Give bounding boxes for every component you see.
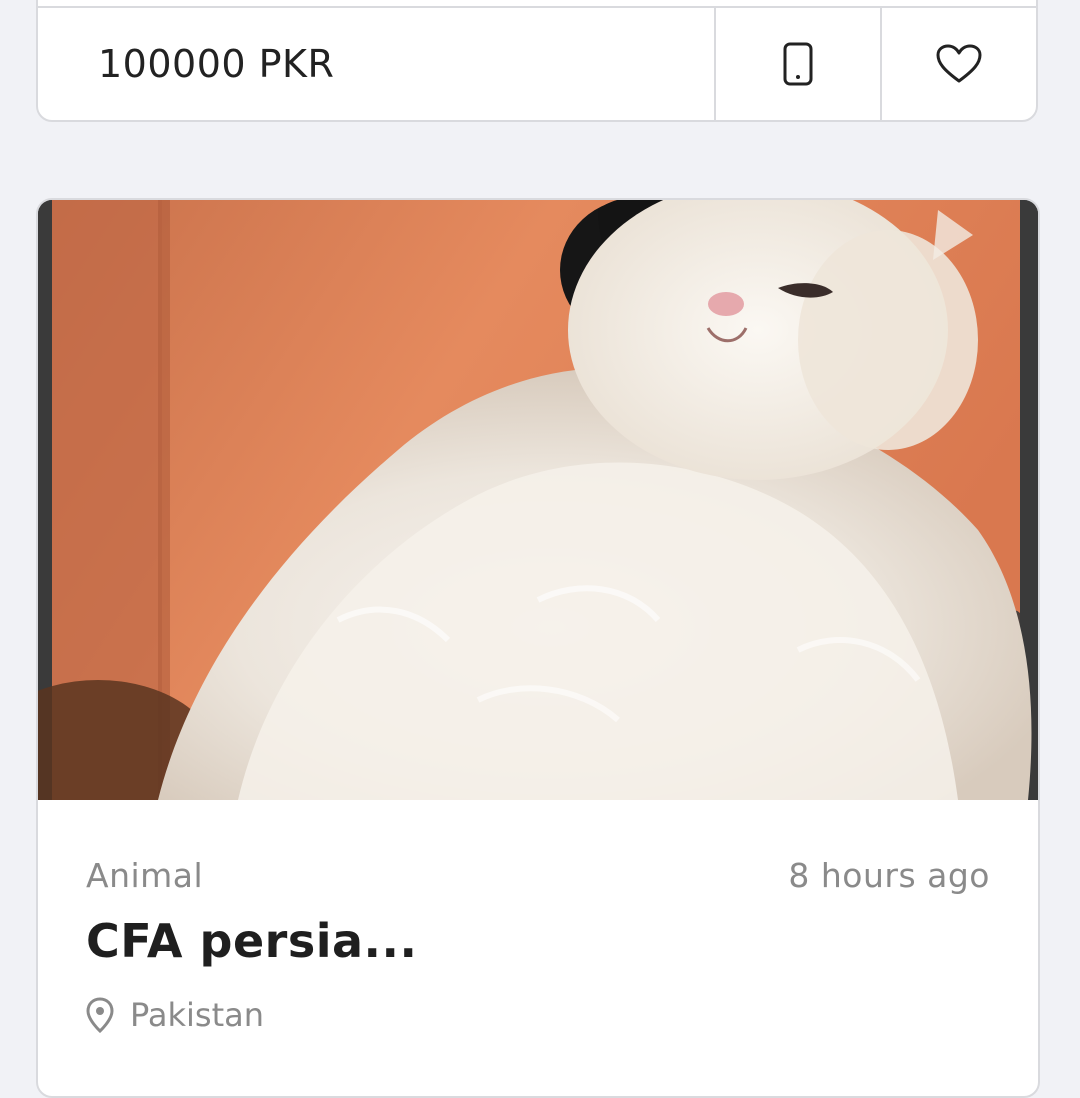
listing-photo[interactable] bbox=[38, 200, 1038, 800]
listing-price: 100000 PKR bbox=[98, 42, 335, 86]
listing-posted-time: 8 hours ago bbox=[788, 856, 990, 895]
map-pin-icon bbox=[86, 997, 114, 1033]
call-button[interactable] bbox=[714, 8, 880, 120]
smartphone-icon bbox=[783, 42, 813, 86]
heart-outline-icon bbox=[936, 44, 982, 83]
listing-location-text: Pakistan bbox=[130, 996, 264, 1034]
listing-category: Animal bbox=[86, 856, 204, 895]
favorite-button[interactable] bbox=[880, 8, 1036, 120]
previous-listing-card[interactable]: 100000 PKR bbox=[36, 0, 1038, 122]
listing-title[interactable]: CFA persia... bbox=[86, 914, 417, 968]
price-action-row: 100000 PKR bbox=[38, 6, 1036, 120]
listing-location: Pakistan bbox=[86, 996, 264, 1034]
listing-card[interactable]: Animal 8 hours ago CFA persia... Pakista… bbox=[36, 198, 1040, 1098]
listing-meta: Animal 8 hours ago bbox=[86, 856, 990, 895]
